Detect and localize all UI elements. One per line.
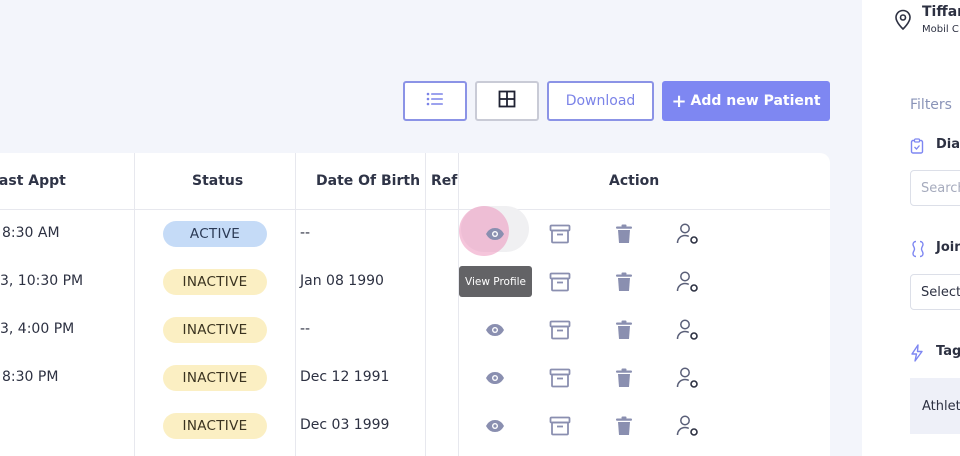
eye-icon[interactable]: [481, 413, 509, 439]
column-header-date-of-birth[interactable]: Date Of Birth: [316, 173, 420, 189]
archive-icon[interactable]: [546, 365, 574, 391]
joined-filter-label: Joined: [936, 240, 960, 255]
trash-icon[interactable]: [610, 317, 638, 343]
download-label: Download: [565, 93, 636, 109]
column-header-ref[interactable]: Ref: [431, 173, 457, 189]
status-badge: INACTIVE: [163, 317, 267, 343]
plus-icon: +: [671, 90, 687, 112]
archive-icon[interactable]: [546, 317, 574, 343]
joint-icon: [911, 240, 925, 262]
joined-select[interactable]: Select: [910, 274, 960, 310]
column-header-last-appt[interactable]: Last Appt: [0, 173, 66, 189]
dob-cell: Jan 08 1990: [300, 273, 384, 289]
user-settings-icon[interactable]: [674, 365, 702, 391]
last-appt-cell: 3, 4:00 PM: [0, 321, 75, 337]
column-header-action: Action: [609, 173, 660, 189]
archive-icon[interactable]: [546, 413, 574, 439]
status-badge: INACTIVE: [163, 365, 267, 391]
trash-icon[interactable]: [610, 365, 638, 391]
filter-side-panel: Tiffany Mobil C Filters Diagnosis Search…: [862, 0, 960, 456]
trash-icon[interactable]: [610, 413, 638, 439]
column-divider: [458, 153, 459, 456]
status-badge: ACTIVE: [163, 221, 267, 247]
archive-icon[interactable]: [546, 221, 574, 247]
column-divider: [295, 153, 296, 456]
column-divider: [134, 153, 135, 456]
add-new-patient-button[interactable]: + Add new Patient: [662, 81, 830, 121]
diagnosis-filter-label: Diagnosis: [936, 137, 960, 152]
list-icon: [426, 91, 444, 111]
user-subtitle: Mobil C: [922, 24, 959, 35]
tag-chip[interactable]: Athlete: [910, 378, 960, 434]
archive-icon[interactable]: [546, 269, 574, 295]
patients-table: Last Appt Status Date Of Birth Ref Actio…: [0, 153, 830, 456]
grid-icon: [498, 90, 516, 112]
eye-icon[interactable]: [481, 317, 509, 343]
add-patient-label: Add new Patient: [690, 93, 821, 109]
view-profile-tooltip: View Profile: [459, 266, 532, 297]
dob-cell: Dec 03 1999: [300, 417, 390, 433]
user-settings-icon[interactable]: [674, 269, 702, 295]
filters-title: Filters: [910, 97, 952, 113]
trash-icon[interactable]: [610, 269, 638, 295]
list-view-button[interactable]: [403, 81, 467, 121]
eye-icon[interactable]: [481, 221, 509, 247]
dob-cell: --: [300, 225, 311, 241]
header-divider: [0, 209, 830, 210]
main-content: Download + Add new Patient Last Appt Sta…: [0, 0, 862, 456]
grid-view-button[interactable]: [475, 81, 539, 121]
tags-filter-label: Tags: [936, 344, 960, 359]
user-name: Tiffany: [922, 4, 960, 20]
download-button[interactable]: Download: [547, 81, 654, 121]
dob-cell: Dec 12 1991: [300, 369, 390, 385]
diagnosis-search-input[interactable]: Search: [910, 170, 960, 206]
trash-icon[interactable]: [610, 221, 638, 247]
column-header-status[interactable]: Status: [192, 173, 243, 189]
last-appt-cell: 3, 10:30 PM: [0, 273, 84, 289]
last-appt-cell: 8:30 PM: [2, 369, 59, 385]
user-settings-icon[interactable]: [674, 317, 702, 343]
status-badge: INACTIVE: [163, 413, 267, 439]
last-appt-cell: 8:30 AM: [2, 225, 60, 241]
user-settings-icon[interactable]: [674, 221, 702, 247]
lightning-icon: [910, 344, 924, 366]
eye-icon[interactable]: [481, 365, 509, 391]
location-pin-icon: [894, 9, 912, 35]
status-badge: INACTIVE: [163, 269, 267, 295]
column-divider: [425, 153, 426, 456]
dob-cell: --: [300, 321, 311, 337]
user-settings-icon[interactable]: [674, 413, 702, 439]
clipboard-icon: [910, 138, 924, 158]
